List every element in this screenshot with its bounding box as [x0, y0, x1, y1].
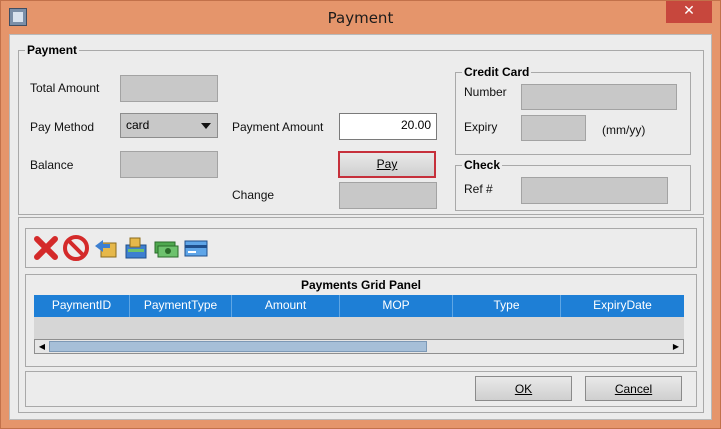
balance-field — [120, 151, 218, 178]
check-group: Check Ref # — [455, 158, 691, 211]
horizontal-scrollbar[interactable]: ◀ ▶ — [34, 339, 684, 354]
change-field — [339, 182, 437, 209]
card-number-field — [521, 84, 677, 110]
payment-legend: Payment — [25, 43, 80, 57]
payments-panel: Payments Grid Panel PaymentID PaymentTyp… — [18, 217, 704, 413]
pay-button[interactable]: Pay — [338, 151, 436, 178]
payments-grid-panel: Payments Grid Panel PaymentID PaymentTyp… — [25, 274, 697, 367]
total-amount-label: Total Amount — [30, 81, 100, 95]
grid-body[interactable] — [34, 317, 684, 339]
payment-amount-label: Payment Amount — [232, 120, 324, 134]
total-amount-field — [120, 75, 218, 102]
expiry-hint: (mm/yy) — [602, 123, 646, 137]
title-bar[interactable]: Payment ✕ — [1, 1, 720, 34]
expiry-field — [521, 115, 586, 141]
grid-header: PaymentID PaymentType Amount MOP Type Ex… — [34, 295, 684, 317]
check-legend: Check — [462, 158, 503, 172]
card-icon[interactable] — [182, 234, 210, 262]
ref-field — [521, 177, 668, 204]
scroll-left-icon[interactable]: ◀ — [36, 341, 48, 353]
scrollbar-thumb[interactable] — [49, 341, 427, 352]
cancel-button[interactable]: Cancel — [585, 376, 682, 401]
card-number-label: Number — [464, 85, 507, 99]
chevron-down-icon — [201, 123, 211, 129]
change-label: Change — [232, 188, 275, 202]
cancel-icon[interactable] — [62, 234, 90, 262]
scroll-right-icon[interactable]: ▶ — [670, 341, 682, 353]
cancel-button-label: Cancel — [614, 382, 653, 396]
payment-window: Payment ✕ Payment Total Amount Pay Metho… — [0, 0, 721, 429]
credit-card-legend: Credit Card — [462, 65, 532, 79]
ref-label: Ref # — [464, 182, 493, 196]
ok-button[interactable]: OK — [475, 376, 572, 401]
column-header-expirydate[interactable]: ExpiryDate — [561, 295, 684, 317]
expiry-label: Expiry — [464, 120, 498, 134]
window-title: Payment — [327, 9, 394, 27]
delete-icon[interactable] — [32, 234, 60, 262]
footer-bar: OK Cancel — [25, 371, 697, 407]
payment-amount-input[interactable]: 20.00 — [339, 113, 437, 140]
pay-method-select[interactable]: card — [120, 113, 218, 138]
close-button[interactable]: ✕ — [666, 1, 712, 23]
column-header-paymenttype[interactable]: PaymentType — [130, 295, 232, 317]
balance-label: Balance — [30, 158, 74, 172]
payment-group: Payment Total Amount Pay Method card Bal… — [18, 43, 704, 215]
dialog-body: Payment Total Amount Pay Method card Bal… — [9, 34, 712, 420]
pay-button-label: Pay — [376, 157, 398, 171]
column-header-paymentid[interactable]: PaymentID — [34, 295, 130, 317]
credit-card-group: Credit Card Number Expiry (mm/yy) — [455, 65, 691, 155]
column-header-type[interactable]: Type — [453, 295, 561, 317]
back-icon[interactable] — [92, 234, 120, 262]
pay-method-label: Pay Method — [30, 120, 95, 134]
grid-title: Payments Grid Panel — [300, 278, 422, 292]
column-header-mop[interactable]: MOP — [340, 295, 453, 317]
cash-icon[interactable] — [152, 234, 180, 262]
pay-method-value: card — [126, 118, 150, 132]
column-header-amount[interactable]: Amount — [232, 295, 340, 317]
payment-icon[interactable] — [122, 234, 150, 262]
ok-button-label: OK — [514, 382, 533, 396]
toolbar — [25, 228, 697, 268]
